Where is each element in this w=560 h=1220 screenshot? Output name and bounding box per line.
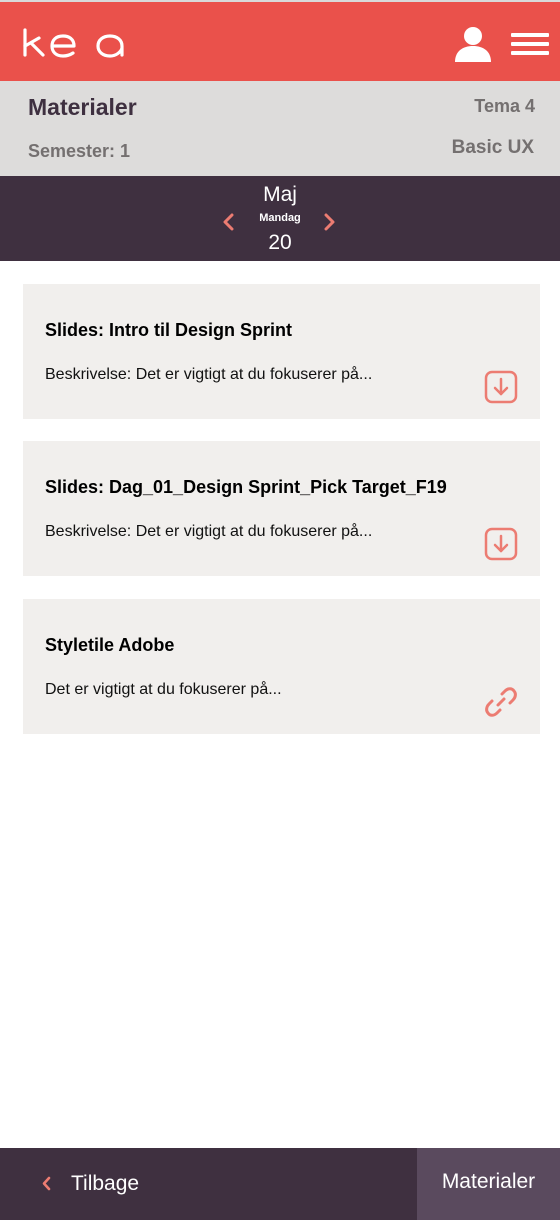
back-label: Tilbage — [71, 1172, 140, 1195]
bottom-navigation: Tilbage Materialer — [0, 1148, 560, 1220]
material-title: Styletile Adobe — [45, 635, 175, 655]
material-card[interactable]: Styletile Adobe Det er vigtigt at du fok… — [23, 599, 540, 734]
download-icon[interactable] — [484, 527, 518, 561]
kea-logo[interactable]: kea — [22, 28, 126, 58]
course-label: Basic UX — [451, 137, 534, 158]
hamburger-menu-icon[interactable] — [511, 33, 549, 55]
month-label: Maj — [263, 183, 297, 206]
material-description: Beskrivelse: Det er vigtigt at du fokuse… — [45, 366, 373, 383]
material-card[interactable]: Slides: Intro til Design Sprint Beskrive… — [23, 284, 540, 419]
link-icon[interactable] — [484, 685, 518, 719]
material-card[interactable]: Slides: Dag_01_Design Sprint_Pick Target… — [23, 441, 540, 576]
back-button[interactable]: Tilbage — [0, 1148, 417, 1220]
chevron-left-icon — [42, 1176, 51, 1191]
material-description: Beskrivelse: Det er vigtigt at du fokuse… — [45, 523, 373, 540]
material-description: Det er vigtigt at du fokuserer på... — [45, 681, 282, 698]
materialer-tab[interactable]: Materialer — [417, 1148, 560, 1220]
material-title: Slides: Intro til Design Sprint — [45, 320, 293, 340]
date-navigator: Maj Mandag 20 — [0, 176, 560, 261]
semester-label: Semester: 1 — [28, 141, 131, 161]
download-icon[interactable] — [484, 370, 518, 404]
weekday-label: Mandag — [259, 212, 301, 224]
user-icon[interactable] — [454, 26, 492, 62]
tema-label: Tema 4 — [474, 96, 535, 116]
chevron-left-icon[interactable] — [221, 213, 235, 231]
chevron-right-icon[interactable] — [323, 213, 337, 231]
material-title: Slides: Dag_01_Design Sprint_Pick Target… — [45, 477, 447, 497]
course-info-panel: Materialer Semester: 1 Tema 4 Basic UX — [0, 81, 560, 176]
day-label: 20 — [268, 231, 292, 254]
page-title: Materialer — [28, 94, 137, 120]
materialer-tab-label: Materialer — [441, 1170, 536, 1193]
top-header: kea — [0, 0, 560, 81]
